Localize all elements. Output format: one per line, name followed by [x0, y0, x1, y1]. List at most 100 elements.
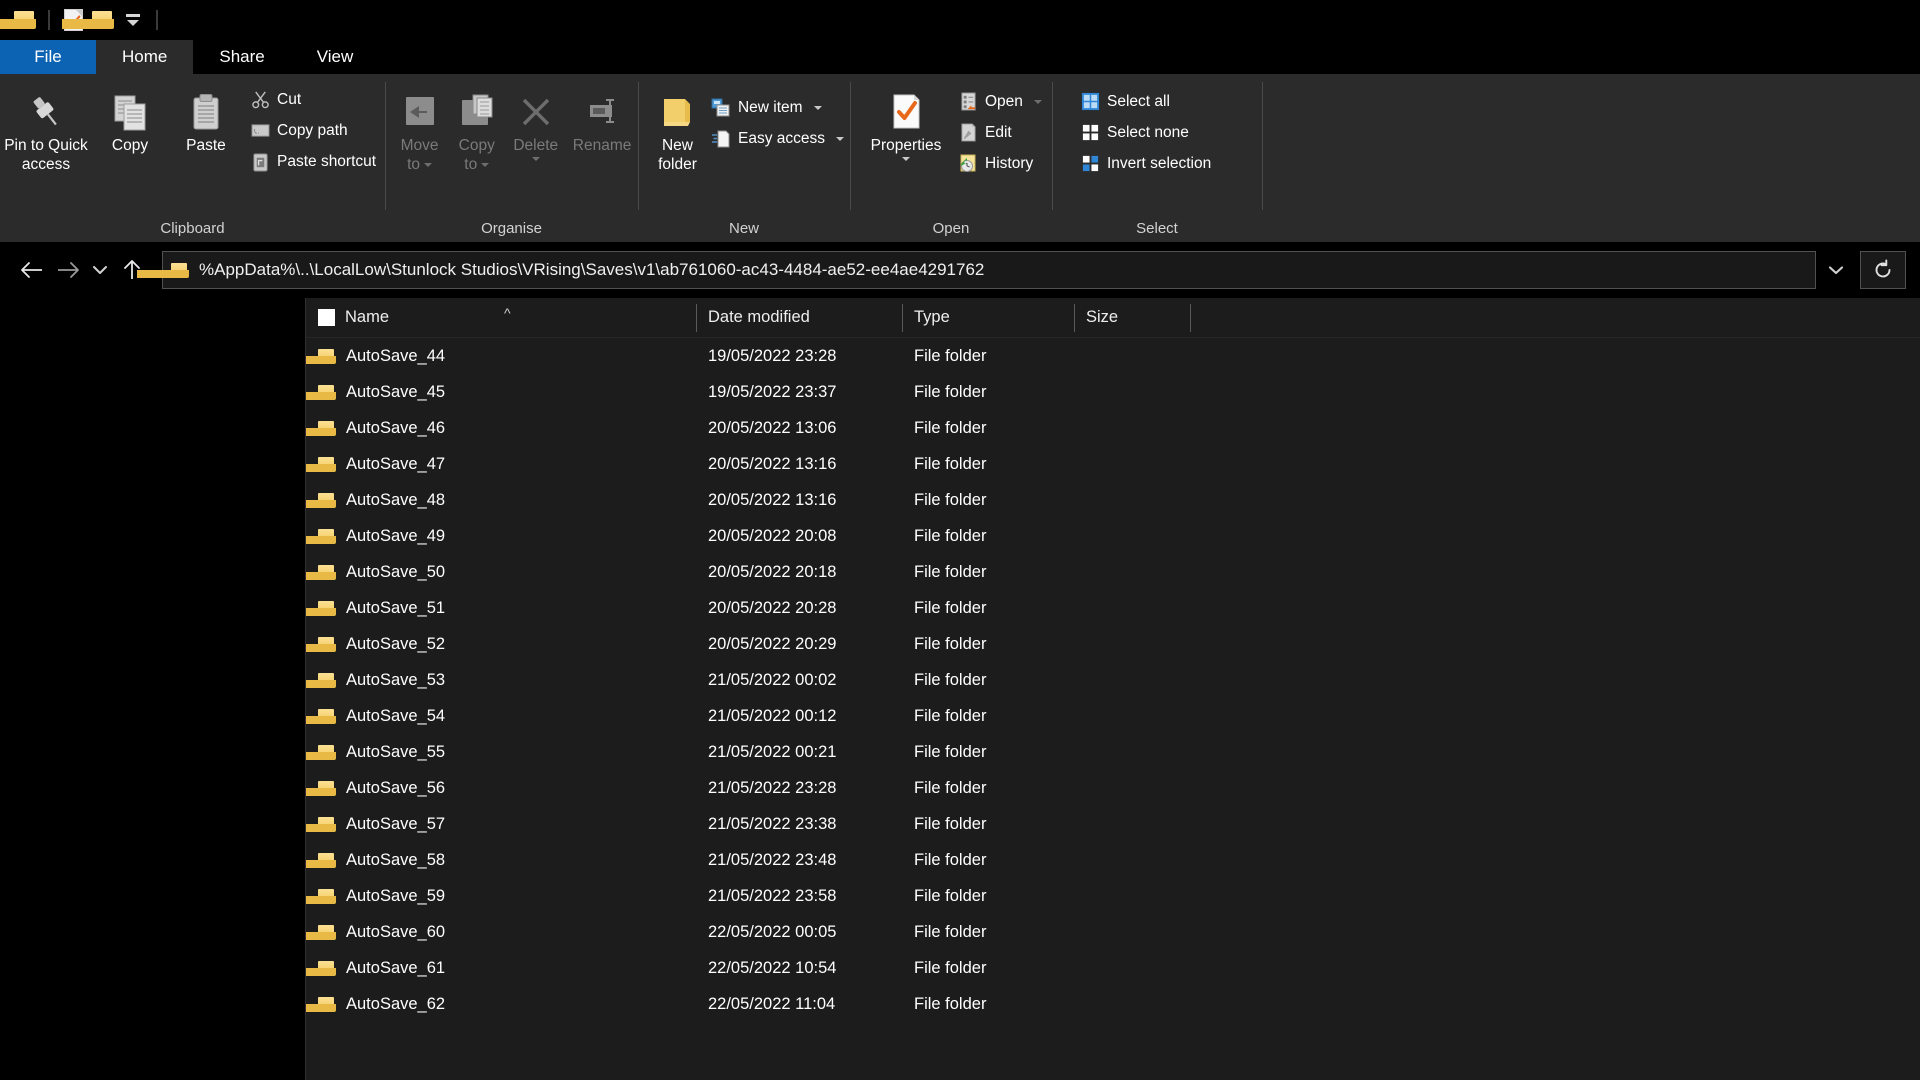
back-button[interactable]: [14, 250, 50, 290]
file-date-modified-label: 20/05/2022 13:16: [708, 454, 837, 473]
navigation-pane[interactable]: [0, 298, 306, 1080]
file-name-label: AutoSave_44: [346, 346, 446, 365]
table-row[interactable]: AutoSave_58 21/05/2022 23:48 File folder: [306, 842, 1920, 878]
customize-quick-access-caret-icon[interactable]: [118, 4, 148, 36]
table-row[interactable]: AutoSave_50 20/05/2022 20:18 File folder: [306, 554, 1920, 590]
open-label: Open: [985, 92, 1023, 110]
history-button[interactable]: History: [952, 148, 1048, 179]
move-to-button[interactable]: Move to: [391, 82, 448, 180]
file-type-label: File folder: [914, 778, 987, 797]
quick-access-separator-2: [156, 10, 158, 30]
address-input[interactable]: %AppData%\..\LocalLow\Stunlock Studios\V…: [137, 251, 1816, 289]
easy-access-icon: [711, 129, 731, 149]
file-type-label: File folder: [914, 814, 987, 833]
properties-button[interactable]: Properties: [860, 82, 952, 167]
table-row[interactable]: AutoSave_57 21/05/2022 23:38 File folder: [306, 806, 1920, 842]
copy-to-label-line1: Copy: [458, 137, 495, 154]
new-item-chevron-down-icon[interactable]: [813, 105, 822, 110]
new-folder-button[interactable]: New folder: [650, 82, 705, 180]
table-row[interactable]: AutoSave_48 20/05/2022 13:16 File folder: [306, 482, 1920, 518]
recent-locations-button[interactable]: [86, 250, 114, 290]
table-row[interactable]: AutoSave_52 20/05/2022 20:29 File folder: [306, 626, 1920, 662]
column-header-size[interactable]: Size: [1074, 303, 1190, 332]
table-row[interactable]: AutoSave_49 20/05/2022 20:08 File folder: [306, 518, 1920, 554]
paste-shortcut-button[interactable]: Paste shortcut: [244, 146, 382, 177]
file-type-label: File folder: [914, 490, 987, 509]
easy-access-button[interactable]: Easy access: [705, 123, 850, 154]
refresh-button[interactable]: [1860, 251, 1906, 289]
file-type-label: File folder: [914, 382, 987, 401]
paste-button[interactable]: Paste: [168, 82, 244, 161]
properties-icon: [886, 88, 926, 136]
quick-access-separator: [48, 10, 50, 30]
tab-share[interactable]: Share: [193, 40, 290, 74]
table-row[interactable]: AutoSave_60 22/05/2022 00:05 File folder: [306, 914, 1920, 950]
folder-icon: [306, 816, 336, 832]
address-dropdown-button[interactable]: [1816, 251, 1856, 289]
column-header-type[interactable]: Type: [902, 303, 1074, 332]
new-folder-icon[interactable]: [62, 4, 118, 36]
select-all-checkbox[interactable]: [318, 309, 335, 326]
properties-chevron-down-icon[interactable]: [902, 157, 910, 161]
table-row[interactable]: AutoSave_54 21/05/2022 00:12 File folder: [306, 698, 1920, 734]
explorer-content: Name ^ Date modified Type Size AutoSave_…: [0, 298, 1920, 1080]
table-row[interactable]: AutoSave_56 21/05/2022 23:28 File folder: [306, 770, 1920, 806]
pin-to-quick-access-button[interactable]: Pin to Quick access: [0, 82, 92, 180]
copy-to-chevron-down-icon[interactable]: [481, 162, 490, 167]
file-row-name-cell: AutoSave_50: [306, 563, 696, 582]
copy-path-button[interactable]: \.. Copy path: [244, 115, 382, 146]
table-row[interactable]: AutoSave_61 22/05/2022 10:54 File folder: [306, 950, 1920, 986]
tab-home[interactable]: Home: [96, 40, 194, 74]
file-date-modified-label: 21/05/2022 23:58: [708, 886, 837, 905]
group-label-new: New: [728, 219, 759, 237]
open-icon: [958, 92, 978, 112]
table-row[interactable]: AutoSave_45 19/05/2022 23:37 File folder: [306, 374, 1920, 410]
file-name-label: AutoSave_52: [346, 634, 446, 653]
folder-icon: [306, 456, 336, 472]
table-row[interactable]: AutoSave_44 19/05/2022 23:28 File folder: [306, 338, 1920, 374]
invert-selection-button[interactable]: Invert selection: [1074, 148, 1217, 179]
delete-button[interactable]: Delete: [505, 82, 566, 167]
open-button[interactable]: Open: [952, 86, 1048, 117]
delete-chevron-down-icon[interactable]: [531, 157, 540, 161]
folder-icon[interactable]: [0, 4, 40, 36]
open-chevron-down-icon[interactable]: [1033, 99, 1042, 104]
copy-to-button[interactable]: Copy to: [448, 82, 505, 180]
file-name-label: AutoSave_56: [346, 778, 446, 797]
table-row[interactable]: AutoSave_55 21/05/2022 00:21 File folder: [306, 734, 1920, 770]
ribbon-group-new: New folder New item Easy access New: [638, 74, 850, 242]
new-folder-label-line2: folder: [658, 156, 697, 173]
folder-icon: [306, 960, 336, 976]
copy-to-icon: [456, 88, 498, 136]
move-to-chevron-down-icon[interactable]: [424, 162, 433, 167]
table-row[interactable]: AutoSave_59 21/05/2022 23:58 File folder: [306, 878, 1920, 914]
easy-access-chevron-down-icon[interactable]: [836, 136, 844, 141]
tab-view[interactable]: View: [291, 40, 380, 74]
file-type-label: File folder: [914, 706, 987, 725]
edit-button[interactable]: Edit: [952, 117, 1048, 148]
table-row[interactable]: AutoSave_46 20/05/2022 13:06 File folder: [306, 410, 1920, 446]
tab-file[interactable]: File: [0, 40, 96, 74]
copy-button[interactable]: Copy: [92, 82, 168, 161]
table-row[interactable]: AutoSave_53 21/05/2022 00:02 File folder: [306, 662, 1920, 698]
table-row[interactable]: AutoSave_47 20/05/2022 13:16 File folder: [306, 446, 1920, 482]
cut-button[interactable]: Cut: [244, 84, 382, 115]
file-list-view[interactable]: Name ^ Date modified Type Size AutoSave_…: [306, 298, 1920, 1080]
column-header-date-modified[interactable]: Date modified: [696, 303, 902, 332]
select-all-button[interactable]: Select all: [1074, 86, 1217, 117]
select-none-button[interactable]: Select none: [1074, 117, 1217, 148]
move-to-label-line2: to: [407, 156, 421, 173]
file-name-label: AutoSave_54: [346, 706, 446, 725]
folder-icon: [306, 672, 336, 688]
table-row[interactable]: [306, 1022, 1920, 1058]
select-all-label: Select all: [1107, 92, 1170, 110]
folder-icon: [306, 780, 336, 796]
ribbon: Pin to Quick access Copy Paste Cut \.. C…: [0, 74, 1920, 242]
column-header-name[interactable]: Name ^: [306, 304, 696, 332]
group-label-select: Select: [1136, 219, 1178, 237]
table-row[interactable]: AutoSave_62 22/05/2022 11:04 File folder: [306, 986, 1920, 1022]
table-row[interactable]: AutoSave_51 20/05/2022 20:28 File folder: [306, 590, 1920, 626]
new-item-button[interactable]: New item: [705, 92, 850, 123]
rename-button[interactable]: Rename: [566, 82, 638, 161]
forward-button[interactable]: [50, 250, 86, 290]
